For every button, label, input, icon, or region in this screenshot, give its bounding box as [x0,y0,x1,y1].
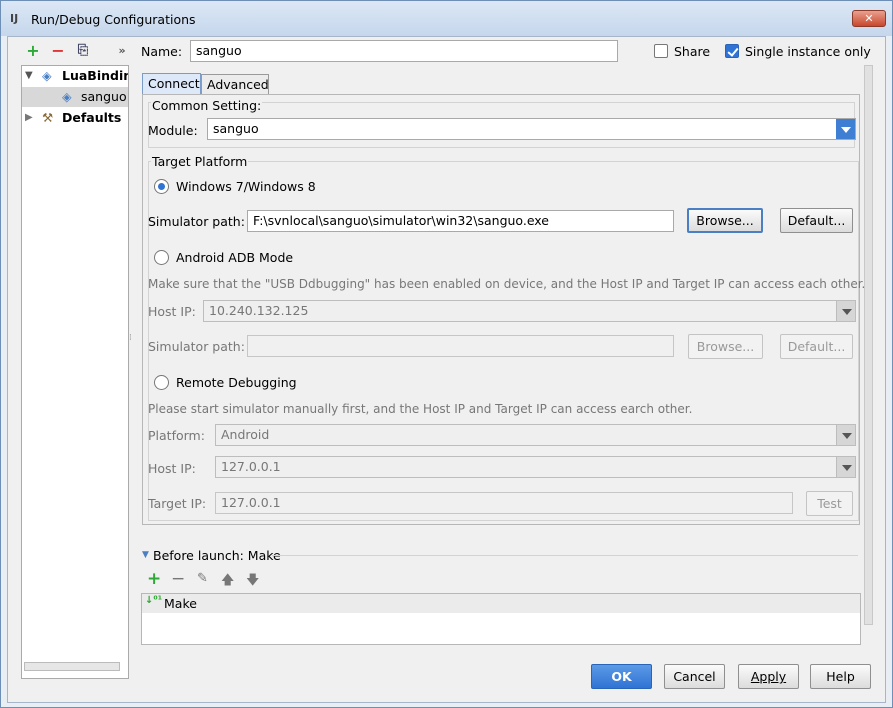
help-button[interactable]: Help [810,664,871,689]
expand-triangle-icon[interactable]: ▼ [25,66,33,86]
name-label: Name: [141,44,183,59]
remote-target-ip-label: Target IP: [148,496,207,511]
vertical-scrollbar[interactable] [864,65,873,625]
tree-item-label: Defaults [62,110,122,125]
share-label: Share [674,44,711,59]
ok-button[interactable]: OK [591,664,652,689]
remote-radio-label: Remote Debugging [176,375,297,390]
tree-item-label: sanguo [81,89,127,104]
single-instance-checkbox[interactable] [725,44,739,58]
module-combo[interactable]: sanguo [207,118,856,140]
remote-platform-value: Android [221,427,270,442]
android-host-ip-value: 10.240.132.125 [209,303,309,318]
remote-platform-label: Platform: [148,428,205,443]
name-input[interactable]: sanguo [190,40,618,62]
close-button[interactable]: ✕ [852,10,886,27]
module-combo-value: sanguo [213,121,259,136]
remote-test-button[interactable]: Test [806,491,853,516]
chevron-down-icon[interactable] [836,457,855,477]
lua-config-icon: ◈ [42,68,52,83]
chevron-down-icon[interactable] [836,301,855,321]
single-instance-label: Single instance only [745,44,871,59]
remote-target-ip-input[interactable]: 127.0.0.1 [215,492,793,514]
configuration-tree[interactable]: ▼ ◈ LuaBinding ◈ sanguo ▶ ⚒ Defaults [21,65,129,679]
remote-host-ip-label: Host IP: [148,461,196,476]
move-down-icon[interactable]: 🡇 [246,571,259,593]
tree-item-label: LuaBinding [62,68,128,83]
android-host-ip-combo[interactable]: 10.240.132.125 [203,300,856,322]
cancel-button[interactable]: Cancel [664,664,725,689]
collapse-before-launch-icon[interactable]: ▼ [142,550,149,560]
tab-advanced[interactable]: Advanced [201,74,269,95]
horizontal-scrollbar[interactable] [24,662,120,671]
before-launch-list[interactable]: ↓⁰¹ Make [141,593,861,645]
android-simulator-path-input[interactable] [247,335,674,357]
target-platform-title: Target Platform [151,154,249,169]
remote-radio[interactable] [154,375,169,390]
remote-host-ip-combo[interactable]: 127.0.0.1 [215,456,856,478]
more-icon[interactable]: » [114,43,130,59]
edit-task-icon[interactable]: ✎ [197,571,208,586]
android-radio[interactable] [154,250,169,265]
run-debug-dialog: IJ Run/Debug Configurations ✕ + − ⎘ » ▼ … [0,0,893,708]
windows-browse-button[interactable]: Browse... [687,208,763,233]
tree-item-defaults[interactable]: ▶ ⚒ Defaults [22,108,128,128]
apply-button[interactable]: Apply [738,664,799,689]
module-label: Module: [148,123,198,138]
chevron-down-icon[interactable] [836,119,855,139]
add-configuration-icon[interactable]: + [25,43,41,59]
make-task-icon: ↓⁰¹ [145,595,163,606]
connect-tab-panel: Common Setting: Module: sanguo Target Pl… [142,94,865,525]
collapse-triangle-icon[interactable]: ▶ [25,108,33,128]
remove-task-icon[interactable]: − [171,569,185,589]
share-checkbox[interactable] [654,44,668,58]
tree-item-sanguo[interactable]: ◈ sanguo [22,87,128,107]
android-default-button[interactable]: Default... [780,334,853,359]
dialog-body: + − ⎘ » ▼ ◈ LuaBinding ◈ sanguo ▶ ⚒ Defa… [7,36,886,703]
intellij-app-icon: IJ [10,12,19,25]
title-bar[interactable]: IJ Run/Debug Configurations ✕ [1,1,892,36]
window-title: Run/Debug Configurations [31,12,196,27]
chevron-down-icon[interactable] [836,425,855,445]
windows-radio-label: Windows 7/Windows 8 [176,179,316,194]
android-host-ip-label: Host IP: [148,304,196,319]
copy-configuration-icon[interactable]: ⎘ [75,43,91,59]
before-launch-divider [272,555,858,556]
splitter-grip-icon[interactable]: ⁞ [129,333,132,343]
remote-platform-combo[interactable]: Android [215,424,856,446]
windows-default-button[interactable]: Default... [780,208,853,233]
remote-note: Please start simulator manually first, a… [148,402,693,416]
tab-connect[interactable]: Connect [142,73,201,94]
remote-host-ip-value: 127.0.0.1 [221,459,281,474]
remove-configuration-icon[interactable]: − [50,43,66,59]
wrench-icon: ⚒ [42,110,54,125]
windows-simulator-path-label: Simulator path: [148,214,245,229]
tree-item-luabinding[interactable]: ▼ ◈ LuaBinding [22,66,128,86]
before-launch-title: Before launch: Make [153,548,281,563]
add-task-icon[interactable]: + [147,569,161,589]
android-browse-button[interactable]: Browse... [688,334,763,359]
common-setting-title: Common Setting: [151,98,263,113]
lua-config-icon: ◈ [62,89,72,104]
make-task-label: Make [164,596,197,611]
windows-radio[interactable] [154,179,169,194]
windows-simulator-path-input[interactable]: F:\svnlocal\sanguo\simulator\win32\sangu… [247,210,674,232]
android-radio-label: Android ADB Mode [176,250,294,265]
move-up-icon[interactable]: 🡅 [221,571,234,593]
android-simulator-path-label: Simulator path: [148,339,245,354]
list-item[interactable]: ↓⁰¹ Make [142,594,860,613]
android-note: Make sure that the "USB Ddbugging" has b… [148,277,866,291]
